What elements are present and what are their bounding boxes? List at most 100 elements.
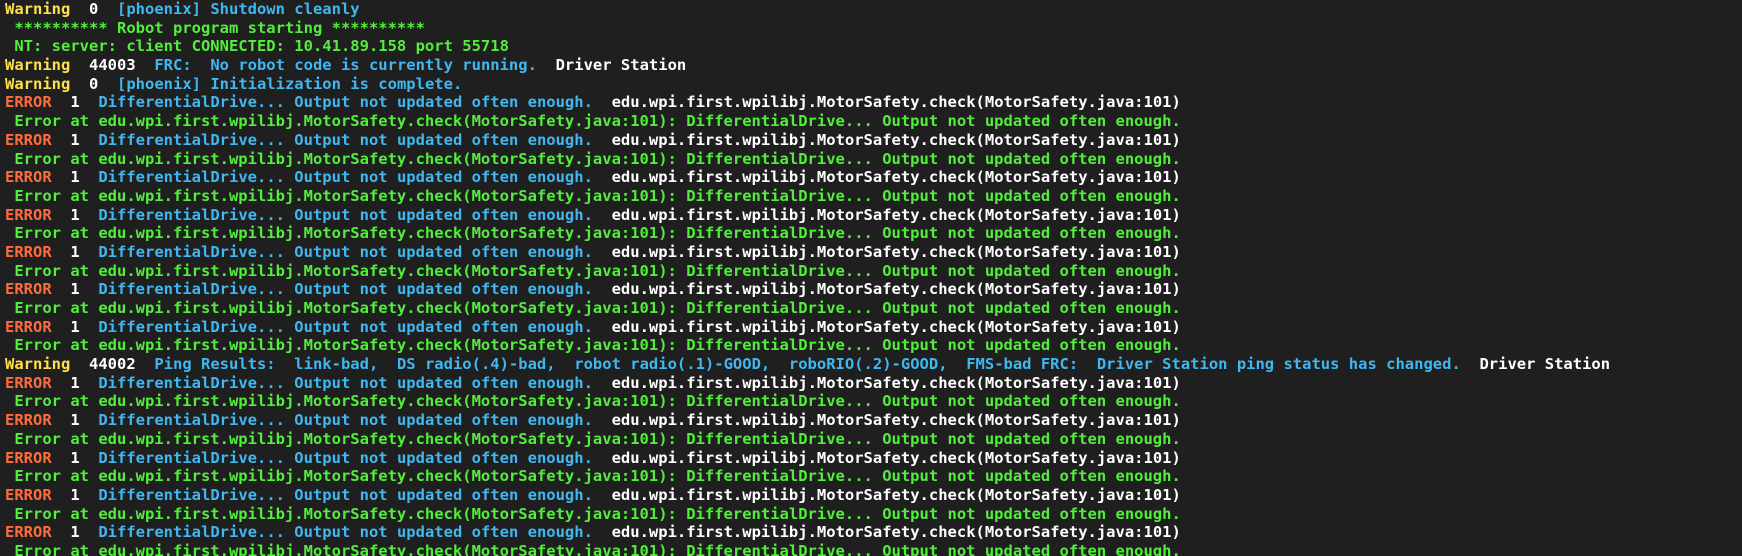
log-message: DifferentialDrive... Output not updated … (98, 317, 593, 336)
log-text: ********** Robot program starting ******… (5, 18, 425, 37)
log-message: [phoenix] Shutdown cleanly (117, 0, 360, 18)
log-level-error: ERROR (5, 93, 52, 112)
log-message: DifferentialDrive... Output not updated … (98, 130, 593, 149)
log-level-error: ERROR (5, 448, 52, 467)
log-code: 1 (51, 242, 99, 261)
log-line: ERROR 1 DifferentialDrive... Output not … (5, 93, 1742, 112)
log-level-error: ERROR (5, 280, 52, 299)
log-line: Error at edu.wpi.first.wpilibj.MotorSafe… (5, 430, 1742, 449)
log-line: ERROR 1 DifferentialDrive... Output not … (5, 374, 1742, 393)
log-line: ERROR 1 DifferentialDrive... Output not … (5, 243, 1742, 262)
log-code: 1 (51, 317, 99, 336)
log-code: 1 (51, 523, 99, 542)
log-line: ERROR 1 DifferentialDrive... Output not … (5, 168, 1742, 187)
log-source: edu.wpi.first.wpilibj.MotorSafety.check(… (592, 411, 1181, 430)
log-source: edu.wpi.first.wpilibj.MotorSafety.check(… (592, 130, 1181, 149)
log-line: ERROR 1 DifferentialDrive... Output not … (5, 131, 1742, 150)
log-line: ERROR 1 DifferentialDrive... Output not … (5, 206, 1742, 225)
log-code: 1 (51, 130, 99, 149)
log-line: Error at edu.wpi.first.wpilibj.MotorSafe… (5, 299, 1742, 318)
log-level-warning: Warning (5, 355, 71, 374)
log-line: Error at edu.wpi.first.wpilibj.MotorSafe… (5, 467, 1742, 486)
log-code: 1 (51, 448, 99, 467)
log-message: DifferentialDrive... Output not updated … (98, 280, 593, 299)
log-line: ERROR 1 DifferentialDrive... Output not … (5, 449, 1742, 468)
log-source: Driver Station (1460, 355, 1611, 374)
log-message: DifferentialDrive... Output not updated … (98, 485, 593, 504)
log-text: Error at edu.wpi.first.wpilibj.MotorSafe… (5, 504, 1181, 523)
log-level-error: ERROR (5, 317, 52, 336)
log-level-error: ERROR (5, 523, 52, 542)
log-line: ERROR 1 DifferentialDrive... Output not … (5, 280, 1742, 299)
log-message: DifferentialDrive... Output not updated … (98, 242, 593, 261)
log-message: [phoenix] Initialization is complete. (117, 74, 463, 93)
log-code: 1 (51, 485, 99, 504)
console-log[interactable]: Warning 0 [phoenix] Shutdown cleanly ***… (0, 0, 1742, 556)
log-code: 44002 (70, 355, 155, 374)
log-text: Error at edu.wpi.first.wpilibj.MotorSafe… (5, 224, 1181, 243)
log-source: edu.wpi.first.wpilibj.MotorSafety.check(… (592, 448, 1181, 467)
log-text: Error at edu.wpi.first.wpilibj.MotorSafe… (5, 112, 1181, 131)
log-level-warning: Warning (5, 56, 71, 75)
log-text: Error at edu.wpi.first.wpilibj.MotorSafe… (5, 429, 1181, 448)
log-source: edu.wpi.first.wpilibj.MotorSafety.check(… (592, 485, 1181, 504)
log-message: DifferentialDrive... Output not updated … (98, 205, 593, 224)
log-code: 0 (70, 74, 117, 93)
log-line: Warning 44002 Ping Results: link-bad, DS… (5, 355, 1742, 374)
log-level-error: ERROR (5, 205, 52, 224)
log-text: Error at edu.wpi.first.wpilibj.MotorSafe… (5, 336, 1181, 355)
log-line: Error at edu.wpi.first.wpilibj.MotorSafe… (5, 542, 1742, 556)
log-line: Error at edu.wpi.first.wpilibj.MotorSafe… (5, 336, 1742, 355)
log-source: edu.wpi.first.wpilibj.MotorSafety.check(… (592, 373, 1181, 392)
log-text: Error at edu.wpi.first.wpilibj.MotorSafe… (5, 186, 1181, 205)
log-level-warning: Warning (5, 74, 71, 93)
log-line: ERROR 1 DifferentialDrive... Output not … (5, 486, 1742, 505)
log-line: Warning 0 [phoenix] Shutdown cleanly (5, 0, 1742, 19)
log-line: Error at edu.wpi.first.wpilibj.MotorSafe… (5, 505, 1742, 524)
log-source: edu.wpi.first.wpilibj.MotorSafety.check(… (592, 168, 1181, 187)
log-text: Error at edu.wpi.first.wpilibj.MotorSafe… (5, 467, 1181, 486)
log-level-error: ERROR (5, 485, 52, 504)
log-message: Ping Results: link-bad, DS radio(.4)-bad… (154, 355, 1461, 374)
log-text: Error at edu.wpi.first.wpilibj.MotorSafe… (5, 261, 1181, 280)
log-level-error: ERROR (5, 411, 52, 430)
log-code: 1 (51, 411, 99, 430)
log-line: Error at edu.wpi.first.wpilibj.MotorSafe… (5, 392, 1742, 411)
log-source: edu.wpi.first.wpilibj.MotorSafety.check(… (592, 205, 1181, 224)
log-source: edu.wpi.first.wpilibj.MotorSafety.check(… (592, 280, 1181, 299)
log-message: DifferentialDrive... Output not updated … (98, 448, 593, 467)
log-source: edu.wpi.first.wpilibj.MotorSafety.check(… (592, 523, 1181, 542)
log-message: FRC: No robot code is currently running. (154, 56, 537, 75)
log-source: edu.wpi.first.wpilibj.MotorSafety.check(… (592, 317, 1181, 336)
log-line: ERROR 1 DifferentialDrive... Output not … (5, 411, 1742, 430)
log-text: NT: server: client CONNECTED: 10.41.89.1… (5, 37, 509, 56)
log-level-error: ERROR (5, 242, 52, 261)
log-code: 1 (51, 93, 99, 112)
log-message: DifferentialDrive... Output not updated … (98, 411, 593, 430)
log-source: Driver Station (536, 56, 687, 75)
log-text: Error at edu.wpi.first.wpilibj.MotorSafe… (5, 149, 1181, 168)
log-line: ERROR 1 DifferentialDrive... Output not … (5, 318, 1742, 337)
log-line: ********** Robot program starting ******… (5, 19, 1742, 38)
log-code: 1 (51, 280, 99, 299)
log-message: DifferentialDrive... Output not updated … (98, 168, 593, 187)
log-line: NT: server: client CONNECTED: 10.41.89.1… (5, 37, 1742, 56)
log-line: Warning 44003 FRC: No robot code is curr… (5, 56, 1742, 75)
log-code: 1 (51, 168, 99, 187)
log-line: Error at edu.wpi.first.wpilibj.MotorSafe… (5, 187, 1742, 206)
log-line: Error at edu.wpi.first.wpilibj.MotorSafe… (5, 112, 1742, 131)
log-code: 1 (51, 205, 99, 224)
log-level-error: ERROR (5, 130, 52, 149)
log-message: DifferentialDrive... Output not updated … (98, 523, 593, 542)
log-code: 0 (70, 0, 117, 18)
log-message: DifferentialDrive... Output not updated … (98, 93, 593, 112)
log-line: Warning 0 [phoenix] Initialization is co… (5, 75, 1742, 94)
log-line: ERROR 1 DifferentialDrive... Output not … (5, 523, 1742, 542)
log-code: 1 (51, 373, 99, 392)
log-level-error: ERROR (5, 168, 52, 187)
log-text: Error at edu.wpi.first.wpilibj.MotorSafe… (5, 299, 1181, 317)
log-text: Error at edu.wpi.first.wpilibj.MotorSafe… (5, 392, 1181, 411)
log-level-error: ERROR (5, 373, 52, 392)
log-line: Error at edu.wpi.first.wpilibj.MotorSafe… (5, 224, 1742, 243)
log-text: Error at edu.wpi.first.wpilibj.MotorSafe… (5, 541, 1181, 556)
